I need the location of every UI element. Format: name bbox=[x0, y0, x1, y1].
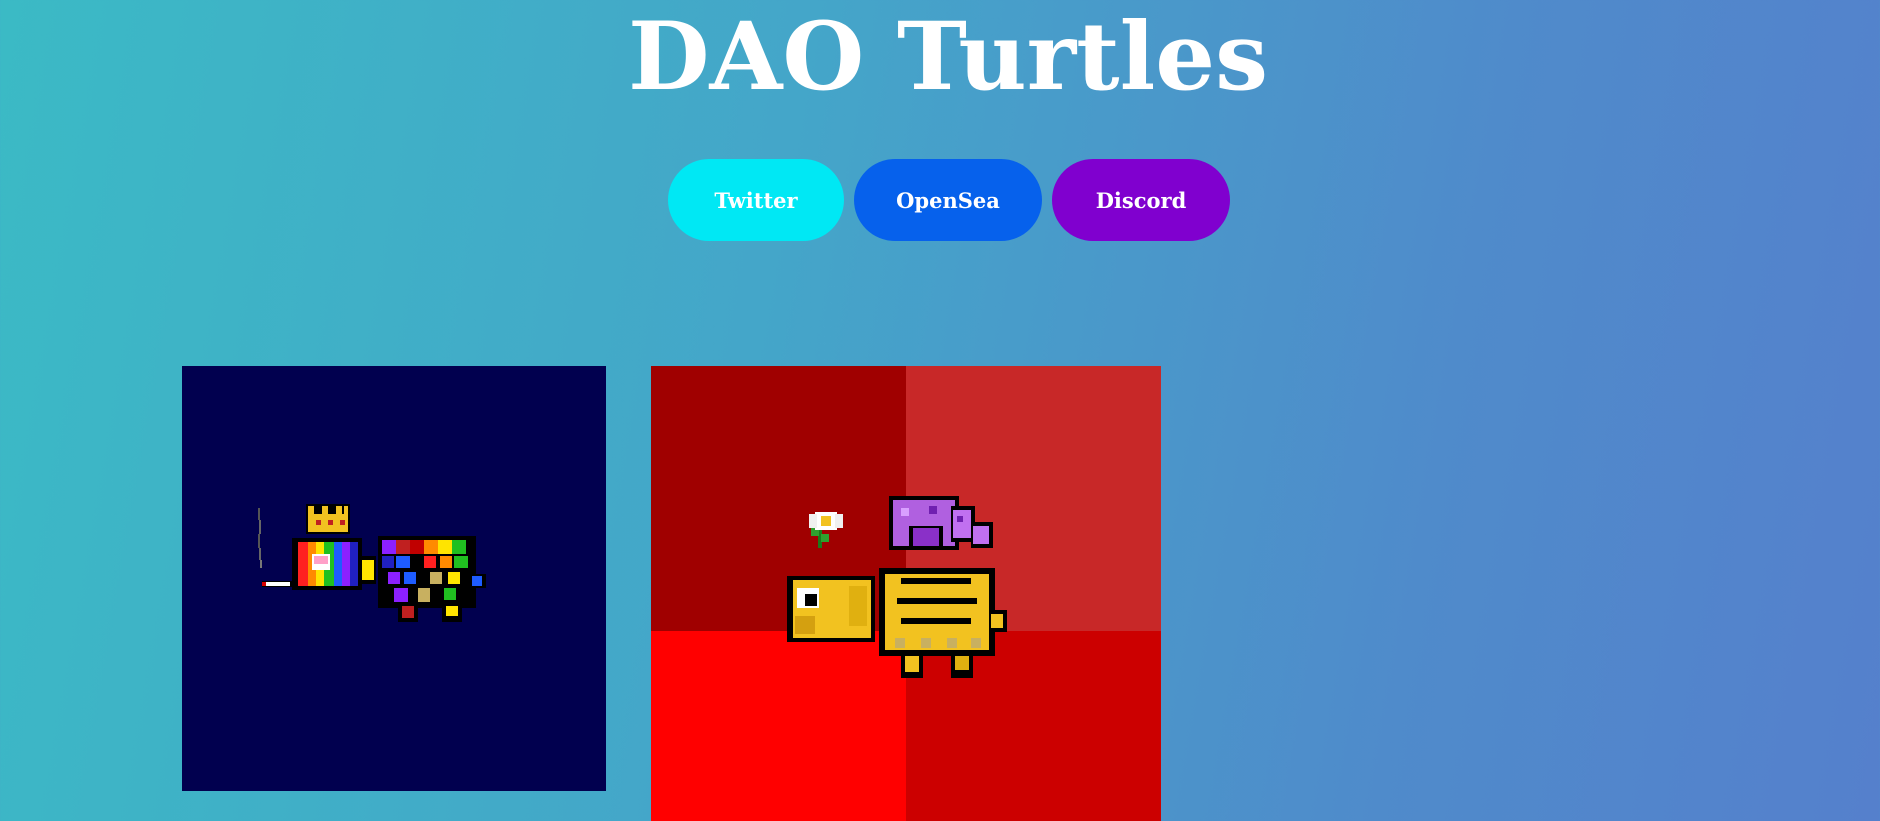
turtle-image bbox=[651, 366, 1161, 821]
turtle-image bbox=[182, 366, 606, 791]
discord-button[interactable]: Discord bbox=[1052, 159, 1230, 241]
twitter-button[interactable]: Twitter bbox=[668, 159, 844, 241]
nft-card[interactable] bbox=[182, 366, 606, 791]
nft-card[interactable] bbox=[651, 366, 1161, 821]
opensea-button[interactable]: OpenSea bbox=[854, 159, 1042, 241]
page-title: DAO Turtles bbox=[627, 2, 1269, 112]
